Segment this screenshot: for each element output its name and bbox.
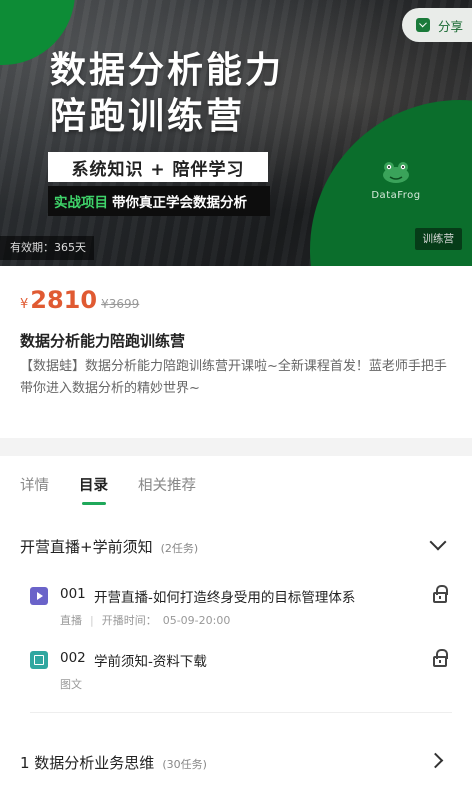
- price-row: ¥ 2810 ¥3699: [20, 286, 139, 314]
- lesson-meta: 直播 | 开播时间： 05-09-20:00: [60, 614, 231, 627]
- tab-bar: 详情 目录 相关推荐: [20, 474, 226, 505]
- section-name: 开营直播+学前须知: [20, 538, 153, 556]
- active-tab-indicator: [82, 502, 106, 505]
- course-banner: 数据分析能力 陪跑训练营 系统知识 + 陪伴学习 实战项目 带你真正学会数据分析…: [0, 0, 472, 266]
- share-button[interactable]: 分享: [402, 8, 472, 42]
- share-icon: [416, 18, 430, 32]
- section-name: 1 数据分析业务思维: [20, 754, 155, 772]
- banner-strip-text: 带你真正学会数据分析: [112, 195, 247, 211]
- lesson-meta: 图文: [60, 676, 82, 692]
- share-label: 分享: [438, 18, 464, 34]
- original-price: ¥3699: [101, 297, 140, 311]
- tab-catalog[interactable]: 目录: [79, 474, 108, 505]
- chevron-right-icon[interactable]: [427, 752, 444, 769]
- tab-recommendations-label: 相关推荐: [138, 478, 196, 494]
- banner-title-line1: 数据分析能力: [50, 50, 285, 91]
- banner-tagline: 系统知识 + 陪伴学习: [48, 152, 268, 182]
- lesson-title: 开营直播-如何打造终身受用的目标管理体系: [94, 590, 356, 606]
- banner-strip: 实战项目 带你真正学会数据分析: [48, 186, 270, 216]
- price-currency: ¥: [20, 297, 29, 312]
- lesson-item[interactable]: 002 学前须知-资料下载 图文: [30, 649, 452, 698]
- banner-title-line2: 陪跑训练营: [50, 96, 246, 137]
- course-type-tag: 训练营: [414, 228, 462, 250]
- section-task-count: (30任务): [162, 758, 207, 771]
- doc-icon: [30, 651, 48, 669]
- section-header-1[interactable]: 开营直播+学前须知 (2任务): [20, 536, 198, 557]
- section-header-2[interactable]: 1 数据分析业务思维 (30任务): [20, 752, 207, 773]
- current-price: 2810: [30, 286, 98, 314]
- divider: [30, 712, 452, 713]
- tab-details[interactable]: 详情: [20, 474, 49, 495]
- banner-strip-highlight: 实战项目: [54, 195, 108, 211]
- tab-catalog-label: 目录: [79, 478, 108, 494]
- datafrog-logo: DataFrog: [366, 160, 426, 201]
- lesson-time-label: 开播时间：: [101, 614, 157, 627]
- section-task-count: (2任务): [160, 542, 199, 555]
- banner-title: 数据分析能力 陪跑训练营: [50, 48, 284, 140]
- lock-icon: [433, 649, 448, 667]
- tab-recommendations[interactable]: 相关推荐: [138, 474, 196, 495]
- frog-icon: [383, 162, 409, 183]
- lesson-title: 学前须知-资料下载: [94, 654, 207, 670]
- lesson-number: 001: [60, 586, 86, 602]
- course-title: 数据分析能力陪跑训练营: [20, 332, 186, 350]
- lesson-time-value: 05-09-20:00: [162, 614, 231, 627]
- course-description: 【数据蛙】数据分析能力陪跑训练营开课啦~全新课程首发！蓝老师手把手带你进入数据分…: [20, 359, 447, 396]
- lock-icon: [433, 585, 448, 603]
- video-icon: [30, 587, 48, 605]
- lesson-type: 图文: [60, 678, 82, 691]
- lesson-number: 002: [60, 650, 86, 666]
- logo-name: DataFrog: [371, 190, 421, 201]
- section-divider: [0, 438, 472, 456]
- chevron-down-icon[interactable]: [429, 533, 447, 551]
- lesson-item[interactable]: 001 开营直播-如何打造终身受用的目标管理体系 直播 | 开播时间： 05-09-2…: [30, 585, 452, 634]
- validity-badge: 有效期：365天: [0, 236, 94, 260]
- lesson-type: 直播: [60, 614, 82, 627]
- tab-details-label: 详情: [20, 478, 49, 494]
